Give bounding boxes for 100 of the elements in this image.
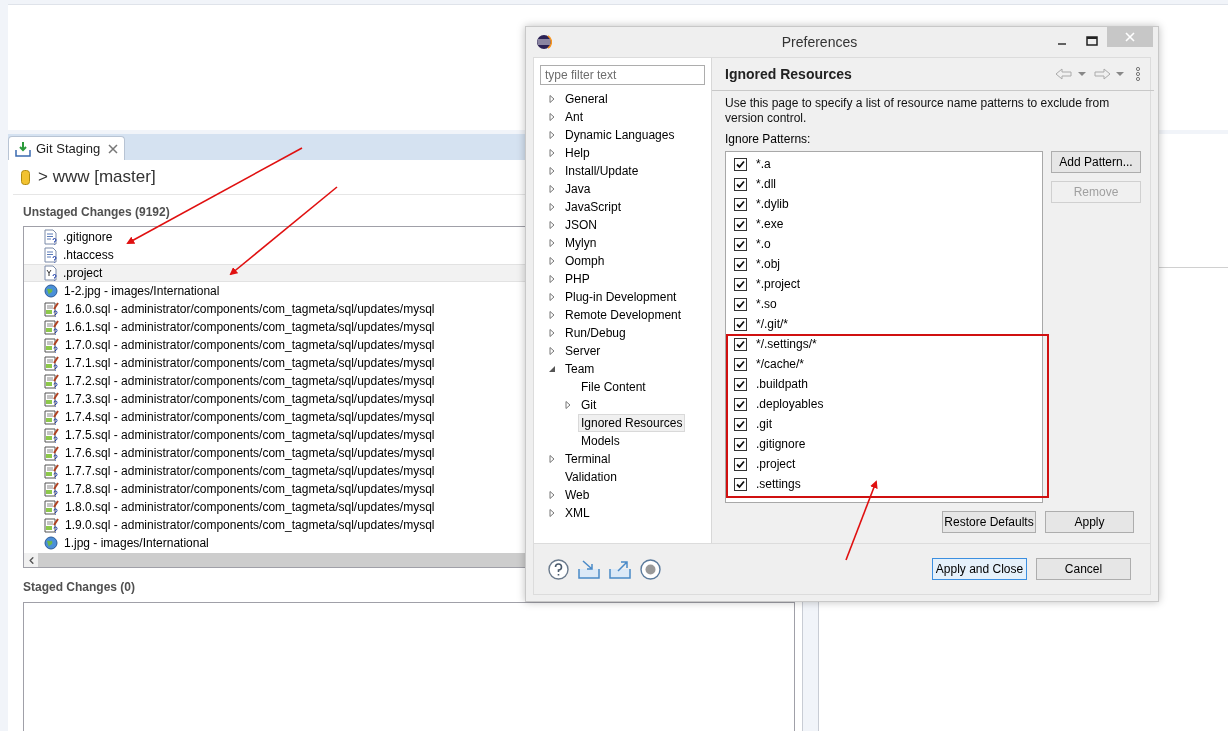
tree-item[interactable]: Java xyxy=(562,180,594,198)
tree-item[interactable]: Ignored Resources xyxy=(578,414,686,432)
globe-icon xyxy=(44,535,59,551)
pattern-checkbox[interactable] xyxy=(734,477,747,491)
expand-arrow-icon[interactable] xyxy=(548,455,556,463)
collapse-arrow-icon[interactable] xyxy=(548,365,556,373)
tree-item[interactable]: Web xyxy=(562,486,593,504)
record-icon[interactable] xyxy=(640,558,661,580)
expand-arrow-icon[interactable] xyxy=(548,149,556,157)
dropdown-caret-icon[interactable] xyxy=(1077,71,1087,77)
sql-file-icon xyxy=(44,463,60,479)
sql-file-icon xyxy=(44,319,60,335)
close-icon[interactable] xyxy=(108,143,119,154)
filter-field[interactable]: type filter text xyxy=(540,65,705,85)
pattern-checkbox[interactable] xyxy=(734,217,747,231)
sql-file-icon xyxy=(44,481,60,497)
pattern-checkbox[interactable] xyxy=(734,257,747,271)
expand-arrow-icon[interactable] xyxy=(548,113,556,121)
pattern-checkbox[interactable] xyxy=(734,277,747,291)
pattern-label: .project xyxy=(756,456,796,473)
expand-arrow-icon[interactable] xyxy=(548,275,556,283)
tree-item[interactable]: Help xyxy=(562,144,593,162)
pattern-checkbox[interactable] xyxy=(734,157,747,171)
tree-item[interactable]: Models xyxy=(578,432,623,450)
pattern-checkbox[interactable] xyxy=(734,177,747,191)
tree-item[interactable]: General xyxy=(562,90,611,108)
pattern-checkbox[interactable] xyxy=(734,197,747,211)
expand-arrow-icon[interactable] xyxy=(548,293,556,301)
pattern-label: *.a xyxy=(756,156,771,173)
tree-item[interactable]: Team xyxy=(562,360,598,378)
pattern-label: */.git/* xyxy=(756,316,788,333)
pattern-checkbox[interactable] xyxy=(734,437,747,451)
expand-arrow-icon[interactable] xyxy=(548,221,556,229)
pattern-label: *.dll xyxy=(756,176,776,193)
export-icon[interactable] xyxy=(609,559,631,579)
sql-file-icon xyxy=(44,517,60,533)
expand-arrow-icon[interactable] xyxy=(548,329,556,337)
pattern-checkbox[interactable] xyxy=(734,357,747,371)
file-row[interactable]: 1.jpg - images/International xyxy=(24,534,794,552)
expand-arrow-icon[interactable] xyxy=(548,167,556,175)
pattern-checkbox[interactable] xyxy=(734,337,747,351)
pattern-label: *.exe xyxy=(756,216,784,233)
window-title: Preferences xyxy=(780,32,859,52)
expand-arrow-icon[interactable] xyxy=(548,185,556,193)
expand-arrow-icon[interactable] xyxy=(548,311,556,319)
pattern-checkbox[interactable] xyxy=(734,457,747,471)
tree-item[interactable]: JSON xyxy=(562,216,600,234)
expand-arrow-icon[interactable] xyxy=(548,131,556,139)
sql-file-icon xyxy=(44,409,60,425)
expand-arrow-icon[interactable] xyxy=(548,491,556,499)
patterns-label: Ignore Patterns: xyxy=(725,131,811,148)
expand-arrow-icon[interactable] xyxy=(548,347,556,355)
help-icon[interactable] xyxy=(548,558,569,580)
tree-item[interactable]: Mylyn xyxy=(562,234,600,252)
tree-item[interactable]: Terminal xyxy=(562,450,614,468)
expand-arrow-icon[interactable] xyxy=(548,509,556,517)
import-icon[interactable] xyxy=(578,559,600,579)
pattern-checkbox[interactable] xyxy=(734,417,747,431)
menu-dots-icon[interactable] xyxy=(1135,67,1141,81)
expand-arrow-icon[interactable] xyxy=(548,257,556,265)
tree-item[interactable]: Server xyxy=(562,342,604,360)
tree-item[interactable]: Ant xyxy=(562,108,586,126)
dialog-button[interactable]: Apply and Close xyxy=(932,558,1027,580)
tree-item[interactable]: File Content xyxy=(578,378,649,396)
pattern-label: .settings xyxy=(756,476,801,493)
pattern-label: *.so xyxy=(756,296,777,313)
dialog-button[interactable]: Apply xyxy=(1045,511,1134,533)
pattern-label: *.o xyxy=(756,236,771,253)
tree-item[interactable]: Git xyxy=(578,396,600,414)
sql-file-icon xyxy=(44,301,60,317)
pattern-checkbox[interactable] xyxy=(734,237,747,251)
pattern-checkbox[interactable] xyxy=(734,297,747,311)
tree-item[interactable]: Run/Debug xyxy=(562,324,629,342)
sql-file-icon xyxy=(44,427,60,443)
view-tab[interactable]: Git Staging xyxy=(8,136,126,160)
tree-item[interactable]: Remote Development xyxy=(562,306,685,324)
tree-item[interactable]: Plug-in Development xyxy=(562,288,680,306)
dialog-button[interactable]: Restore Defaults xyxy=(942,511,1036,533)
pattern-label: */cache/* xyxy=(756,356,805,373)
tree-item[interactable]: Dynamic Languages xyxy=(562,126,678,144)
globe-icon xyxy=(44,283,59,299)
sql-file-icon xyxy=(44,373,60,389)
expand-arrow-icon[interactable] xyxy=(548,203,556,211)
pattern-checkbox[interactable] xyxy=(734,397,747,411)
pattern-label: .deployables xyxy=(756,396,824,413)
tree-item[interactable]: Install/Update xyxy=(562,162,642,180)
pattern-checkbox[interactable] xyxy=(734,317,747,331)
dropdown-caret-icon[interactable] xyxy=(1115,71,1125,77)
dialog-button[interactable]: Cancel xyxy=(1036,558,1131,580)
pattern-checkbox[interactable] xyxy=(734,377,747,391)
expand-arrow-icon[interactable] xyxy=(548,239,556,247)
repository-icon xyxy=(21,169,30,185)
section-title: Staged Changes (0) xyxy=(22,579,136,596)
tree-item[interactable]: Validation xyxy=(562,468,620,486)
app-logo-icon xyxy=(536,34,552,50)
tree-item[interactable]: JavaScript xyxy=(562,198,625,216)
expand-arrow-icon[interactable] xyxy=(548,95,556,103)
text-file-icon xyxy=(44,229,58,245)
dialog-button[interactable]: Add Pattern... xyxy=(1051,151,1141,173)
expand-arrow-icon[interactable] xyxy=(564,401,572,409)
